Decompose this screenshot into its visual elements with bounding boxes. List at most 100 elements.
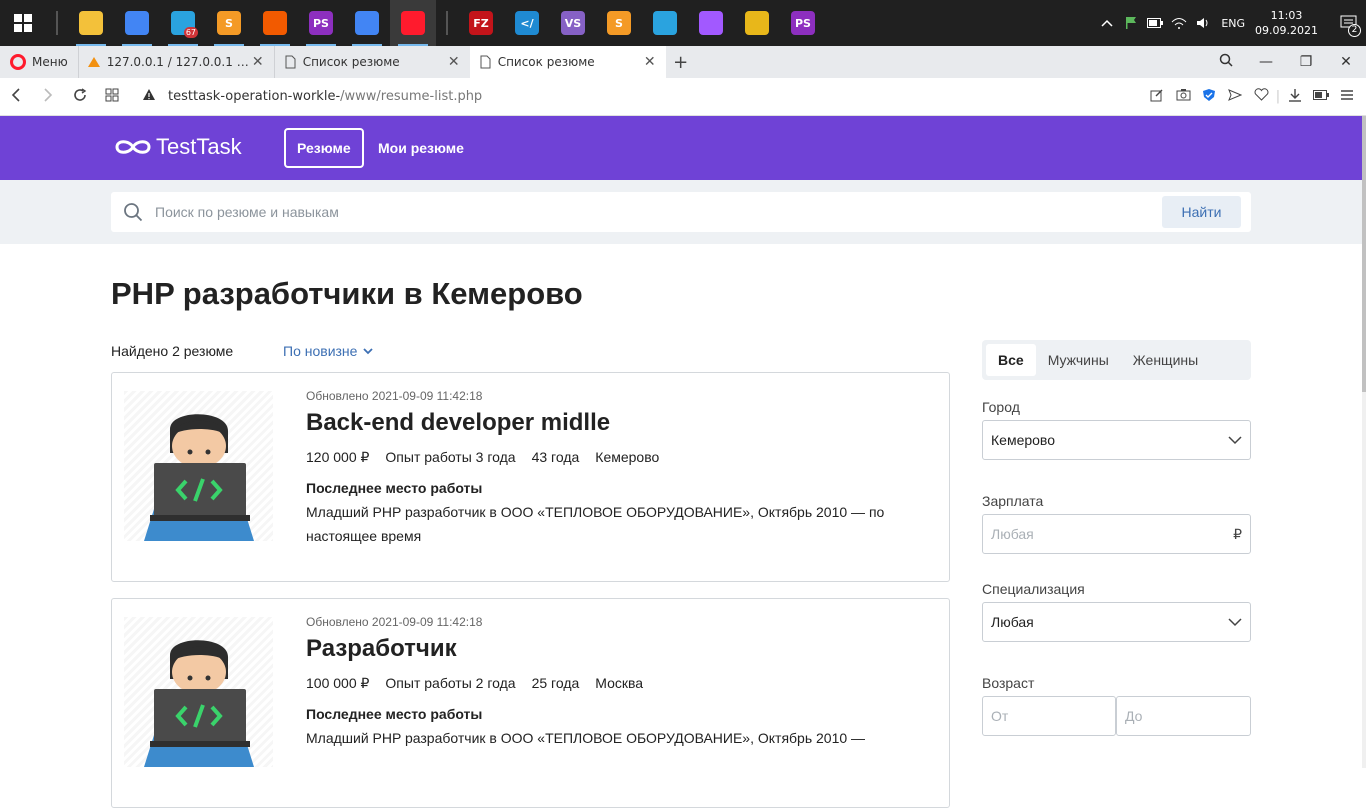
- taskbar-app-sublime[interactable]: S: [206, 0, 252, 46]
- age-to-input[interactable]: До: [1116, 696, 1251, 736]
- sublime-icon: S: [217, 11, 241, 35]
- close-window-icon[interactable]: ✕: [1326, 54, 1366, 70]
- chevron-down-icon: [1228, 436, 1242, 445]
- city: Москва: [595, 675, 644, 691]
- send-icon[interactable]: [1222, 88, 1248, 106]
- taskbar-app-chrome[interactable]: [344, 0, 390, 46]
- site-logo[interactable]: TestTask: [114, 134, 242, 160]
- new-tab-plus-icon[interactable]: +: [666, 52, 696, 73]
- clock-time: 11:03: [1270, 9, 1303, 22]
- salary-input[interactable]: Любая ₽: [982, 514, 1251, 554]
- speed-dial-grid-icon[interactable]: [96, 87, 128, 106]
- close-tab-icon[interactable]: ✕: [642, 54, 658, 70]
- clock[interactable]: 11:03 09.09.2021: [1255, 8, 1318, 38]
- age-from-input[interactable]: От: [982, 696, 1116, 736]
- chevron-up-icon[interactable]: [1097, 0, 1117, 46]
- city-filter-label: Город: [982, 399, 1020, 415]
- taskbar-app-file-explorer[interactable]: [68, 0, 114, 46]
- battery-icon[interactable]: [1145, 0, 1165, 46]
- winscp-icon: [745, 11, 769, 35]
- windows-start-button[interactable]: [0, 0, 46, 46]
- camera-icon[interactable]: [1170, 88, 1196, 105]
- not-secure-warning-icon[interactable]: [142, 88, 156, 105]
- url-field[interactable]: testtask-operation-workle-/www/resume-li…: [168, 89, 482, 104]
- gender-tab-all[interactable]: Все: [986, 344, 1036, 376]
- taskbar-separator: [446, 11, 448, 35]
- browser-tab-phpmyadmin[interactable]: 127.0.0.1 / 127.0.0.1 / job_f ✕: [77, 46, 274, 78]
- last-job-label: Последнее место работы: [306, 480, 483, 496]
- age: 43 года: [531, 449, 580, 465]
- forward-arrow-icon[interactable]: [32, 87, 64, 106]
- developer-illustration-icon: [144, 414, 254, 541]
- reload-icon[interactable]: [64, 87, 96, 106]
- nav-my-resume[interactable]: Мои резюме: [378, 128, 464, 168]
- notification-center-button[interactable]: 2: [1332, 0, 1366, 46]
- tab-search-icon[interactable]: [1206, 53, 1246, 71]
- taskbar-app-chrome[interactable]: [114, 0, 160, 46]
- edit-icon[interactable]: [1144, 88, 1170, 106]
- taskbar-app-app-orange[interactable]: [252, 0, 298, 46]
- gender-tab-men[interactable]: Мужчины: [1036, 344, 1121, 376]
- browser-tab-resume-list-active[interactable]: Список резюме ✕: [469, 46, 666, 78]
- phpstorm-icon: PS: [309, 11, 333, 35]
- battery-saver-icon[interactable]: [1308, 89, 1334, 104]
- age: 25 года: [531, 675, 580, 691]
- vscode-icon: </: [515, 11, 539, 35]
- heart-icon[interactable]: [1248, 88, 1274, 105]
- resume-card[interactable]: Обновлено 2021-09-09 11:42:18 Back-end d…: [111, 372, 950, 582]
- notification-count: 2: [1348, 24, 1361, 37]
- specialization-select[interactable]: Любая: [982, 602, 1251, 642]
- site-header: TestTask Резюме Мои резюме: [0, 116, 1362, 180]
- taskbar-app-vscode[interactable]: </: [504, 0, 550, 46]
- wifi-icon[interactable]: [1169, 0, 1189, 46]
- resume-title[interactable]: Разработчик: [306, 635, 936, 663]
- flag-icon[interactable]: [1121, 0, 1141, 46]
- taskbar-app-telegram[interactable]: 67: [160, 0, 206, 46]
- taskbar-app-winscp[interactable]: [734, 0, 780, 46]
- close-tab-icon[interactable]: ✕: [446, 54, 462, 70]
- opera-icon: [401, 11, 425, 35]
- file-explorer-icon: [79, 11, 103, 35]
- found-count: Найдено 2 резюме: [111, 343, 234, 359]
- search-input[interactable]: [155, 204, 1162, 220]
- search-button[interactable]: Найти: [1162, 196, 1241, 228]
- resume-card[interactable]: Обновлено 2021-09-09 11:42:18 Разработчи…: [111, 598, 950, 808]
- taskbar-app-telegram[interactable]: [642, 0, 688, 46]
- salary-input-placeholder: Любая: [991, 526, 1034, 542]
- taskbar-app-phpstorm[interactable]: PS: [298, 0, 344, 46]
- gender-tab-women[interactable]: Женщины: [1121, 344, 1210, 376]
- back-arrow-icon[interactable]: [0, 87, 32, 106]
- taskbar-app-figma[interactable]: [688, 0, 734, 46]
- window-controls: — ❐ ✕: [1206, 53, 1366, 71]
- visual-studio-icon: VS: [561, 11, 585, 35]
- taskbar-pinned-group: FZ </ VS S PS: [458, 0, 826, 46]
- taskbar-app-phpstorm[interactable]: PS: [780, 0, 826, 46]
- sublime-icon-2: S: [607, 11, 631, 35]
- download-icon[interactable]: [1282, 88, 1308, 106]
- page-scrollbar-thumb[interactable]: [1362, 116, 1366, 392]
- nav-resume[interactable]: Резюме: [284, 128, 364, 168]
- figma-icon: [699, 11, 723, 35]
- taskbar-app-filezilla[interactable]: FZ: [458, 0, 504, 46]
- taskbar-app-visual-studio[interactable]: VS: [550, 0, 596, 46]
- volume-icon[interactable]: [1193, 0, 1213, 46]
- vpn-shield-icon[interactable]: [1196, 88, 1222, 106]
- browser-tab-resume-list[interactable]: Список резюме ✕: [273, 46, 470, 78]
- taskbar-app-opera[interactable]: [390, 0, 436, 46]
- easy-setup-icon[interactable]: [1334, 89, 1360, 105]
- sort-dropdown[interactable]: По новизне: [283, 343, 374, 359]
- age-from-placeholder: От: [991, 708, 1009, 724]
- minimize-icon[interactable]: —: [1246, 54, 1286, 70]
- salary: 100 000 ₽: [306, 675, 370, 691]
- taskbar-app-sublime[interactable]: S: [596, 0, 642, 46]
- close-tab-icon[interactable]: ✕: [250, 54, 266, 70]
- clock-date: 09.09.2021: [1255, 24, 1318, 37]
- opera-menu-button[interactable]: Меню: [0, 46, 78, 78]
- language-indicator[interactable]: ENG: [1221, 17, 1245, 30]
- specialization-filter-label: Специализация: [982, 581, 1085, 597]
- search-icon: [124, 203, 143, 222]
- city-select[interactable]: Кемерово: [982, 420, 1251, 460]
- resume-title[interactable]: Back-end developer midlle: [306, 409, 936, 437]
- restore-icon[interactable]: ❐: [1286, 54, 1326, 70]
- last-job-label: Последнее место работы: [306, 706, 483, 722]
